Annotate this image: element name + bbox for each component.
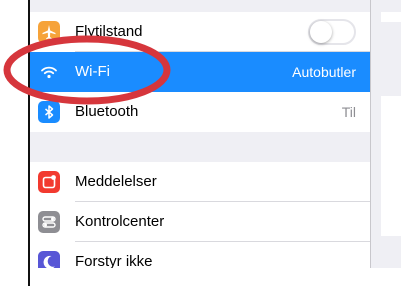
sidebar-item-label: Flytilstand: [75, 23, 143, 40]
toggle-knob: [310, 21, 332, 43]
sidebar-item-label: Wi-Fi: [75, 63, 110, 80]
sidebar-item-notifications[interactable]: Meddelelser: [30, 162, 370, 202]
settings-sidebar: Flytilstand Wi-Fi Autobutler Bluetooth T…: [30, 0, 371, 282]
control-center-icon: [38, 211, 60, 233]
sidebar-item-bluetooth[interactable]: Bluetooth Til: [30, 92, 370, 132]
bluetooth-icon: [38, 101, 60, 123]
detail-card: [381, 12, 401, 22]
sidebar-item-label: Meddelelser: [75, 173, 157, 190]
notifications-icon: [38, 171, 60, 193]
sidebar-item-label: Bluetooth: [75, 103, 139, 120]
sidebar-item-label: Kontrolcenter: [75, 213, 165, 230]
wifi-icon: [38, 61, 60, 83]
wifi-network-value: Autobutler: [292, 64, 356, 80]
sidebar-item-airplane-mode[interactable]: Flytilstand: [30, 12, 370, 52]
sidebar-item-control-center[interactable]: Kontrolcenter: [30, 202, 370, 242]
sidebar-item-wifi[interactable]: Wi-Fi Autobutler: [30, 52, 370, 92]
bottom-strip: [30, 268, 401, 286]
detail-pane: [371, 0, 401, 268]
airplane-mode-toggle[interactable]: [308, 19, 356, 45]
bluetooth-status-value: Til: [341, 104, 356, 120]
airplane-icon: [38, 21, 60, 43]
settings-window: Flytilstand Wi-Fi Autobutler Bluetooth T…: [28, 0, 401, 286]
detail-card: [381, 96, 401, 236]
